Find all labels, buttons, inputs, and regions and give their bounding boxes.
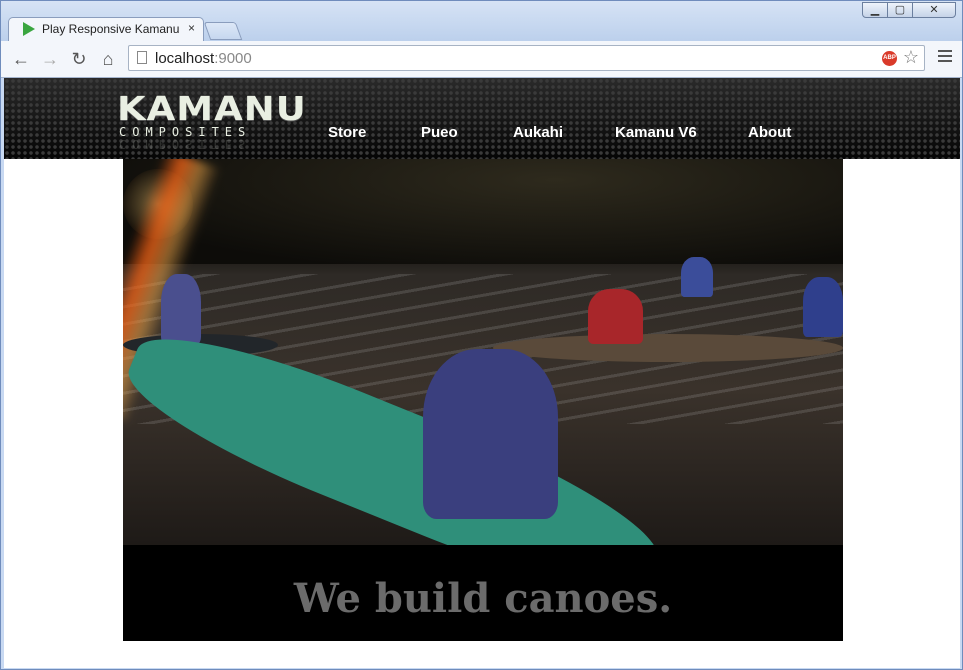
tagline-text: We build canoes. xyxy=(293,575,673,622)
tagline-banner: We build canoes. xyxy=(123,545,843,641)
hero-canoe-middle xyxy=(493,334,843,362)
adblock-icon[interactable]: ABP xyxy=(882,51,897,66)
nav-aukahi[interactable]: Aukahi xyxy=(513,124,563,141)
hero-cliff xyxy=(123,159,843,264)
window-controls: ▁ ▢ ✕ xyxy=(862,2,956,18)
logo-reflection: COMPOSITES xyxy=(119,137,252,151)
close-icon: ✕ xyxy=(929,4,939,16)
hero-image xyxy=(123,159,843,545)
logo-word: KAMANU xyxy=(117,89,307,129)
menu-icon[interactable] xyxy=(938,50,952,64)
browser-window: ▁ ▢ ✕ Play Responsive Kamanu × ← → ↻ ⌂ l… xyxy=(0,0,963,670)
nav-about[interactable]: About xyxy=(748,124,791,141)
nav-pueo[interactable]: Pueo xyxy=(421,124,458,141)
minimize-icon: ▁ xyxy=(870,4,880,16)
site-header: KAMANU COMPOSITES COMPOSITES Store Pueo … xyxy=(4,78,960,159)
new-tab-button[interactable] xyxy=(203,22,243,40)
reload-icon[interactable]: ↻ xyxy=(69,49,89,69)
browser-toolbar: ← → ↻ ⌂ localhost:9000 ABP ☆ xyxy=(1,41,962,78)
nav-kamanu-v6[interactable]: Kamanu V6 xyxy=(615,124,697,141)
tab-close-icon[interactable]: × xyxy=(188,21,195,35)
tab-title: Play Responsive Kamanu xyxy=(42,22,180,36)
address-bar[interactable]: localhost:9000 ABP ☆ xyxy=(128,45,925,71)
hero-paddler-far xyxy=(681,257,713,297)
maximize-icon: ▢ xyxy=(894,4,906,16)
hero-paddler-right xyxy=(803,277,843,337)
nav-store[interactable]: Store xyxy=(328,124,366,141)
page-viewport: KAMANU COMPOSITES COMPOSITES Store Pueo … xyxy=(4,78,960,668)
browser-tab[interactable]: Play Responsive Kamanu × xyxy=(8,17,204,42)
hero-paddler-front xyxy=(423,349,558,519)
close-window-button[interactable]: ✕ xyxy=(912,2,956,18)
minimize-button[interactable]: ▁ xyxy=(862,2,888,18)
back-arrow-icon[interactable]: ← xyxy=(11,49,31,69)
play-favicon-icon xyxy=(23,22,35,36)
url-host: localhost xyxy=(155,50,215,67)
forward-arrow-icon[interactable]: → xyxy=(40,49,60,69)
kamanu-logo[interactable]: KAMANU COMPOSITES COMPOSITES xyxy=(117,89,307,151)
hero-paddler-red xyxy=(588,289,643,344)
bookmark-star-icon[interactable]: ☆ xyxy=(903,47,919,68)
title-bar: ▁ ▢ ✕ Play Responsive Kamanu × xyxy=(1,1,962,42)
url-port: :9000 xyxy=(214,50,252,67)
page-icon xyxy=(137,51,147,64)
home-icon[interactable]: ⌂ xyxy=(98,49,118,69)
url-text[interactable]: localhost:9000 xyxy=(155,50,252,67)
hero-paddler-left xyxy=(161,274,201,344)
maximize-button[interactable]: ▢ xyxy=(887,2,913,18)
